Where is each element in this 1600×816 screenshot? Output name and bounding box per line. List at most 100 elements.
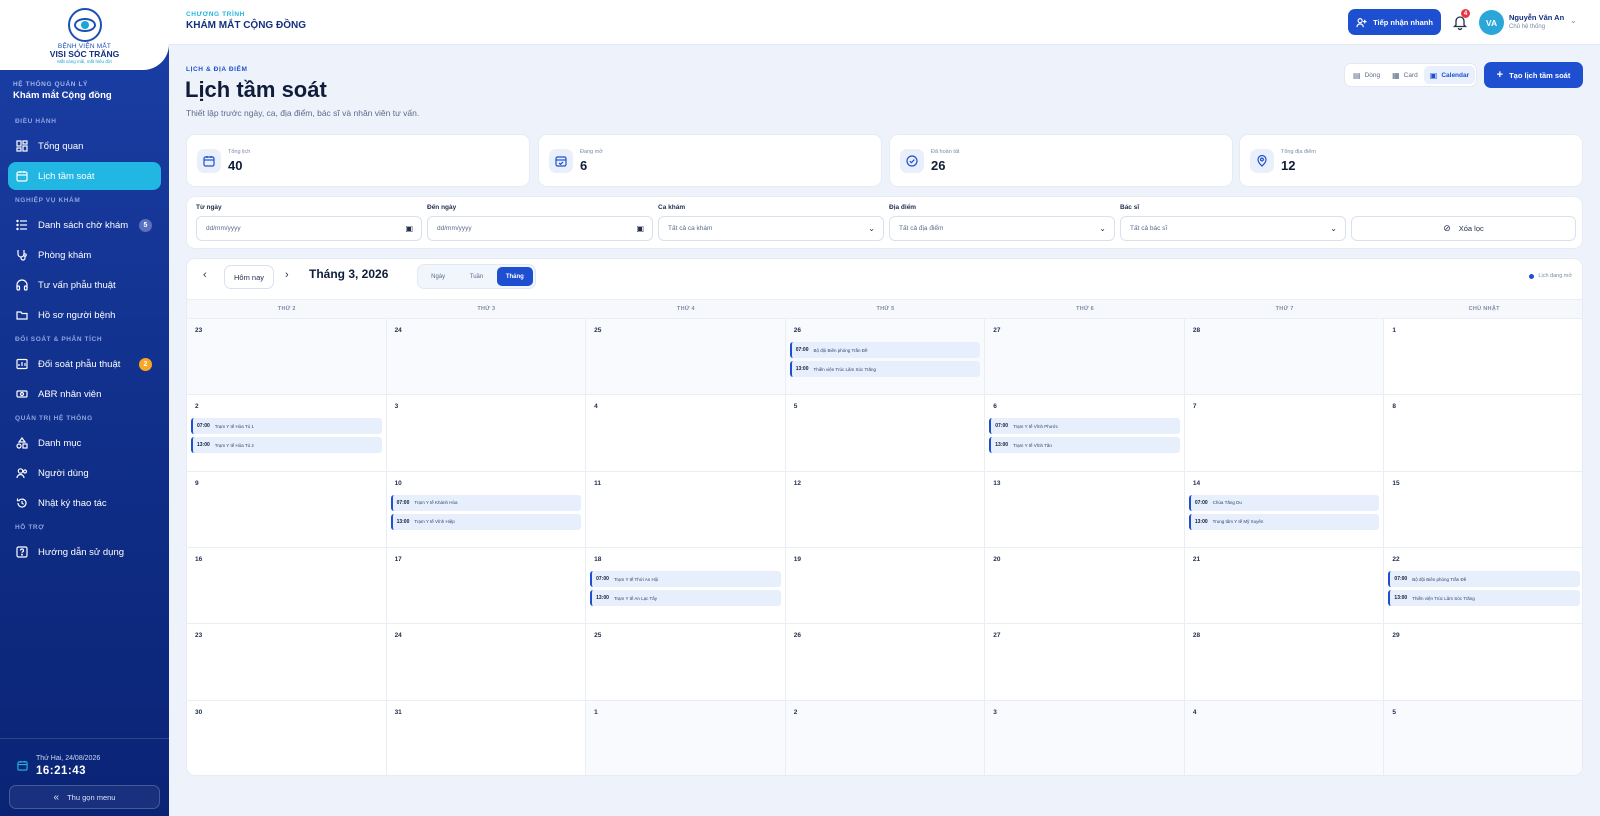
clear-filter-button[interactable]: ⊘ Xóa lọc bbox=[1351, 216, 1576, 241]
mode-month-button[interactable]: Tháng bbox=[496, 267, 533, 286]
calendar-event[interactable]: 07:00 Trạm Y tế Hòa Tú 1 bbox=[191, 418, 382, 435]
mode-day-button[interactable]: Ngày bbox=[420, 267, 456, 286]
view-card-button[interactable]: ▦ Card bbox=[1386, 66, 1424, 84]
sidebar-item-danh-sach-cho-kham[interactable]: Danh sách chờ khám 5 bbox=[8, 211, 161, 239]
calendar-day-cell[interactable]: 14 07:00 Chùa Tăng Du 13:00 Trung tâm Y tế M… bbox=[1184, 471, 1385, 548]
calendar-event[interactable]: 07:00 Trạm Y tế Khánh Hòa bbox=[390, 494, 582, 511]
list-view-icon: ▤ bbox=[1353, 70, 1361, 80]
calendar-day-cell[interactable]: 1 bbox=[1384, 319, 1582, 396]
calendar-event[interactable]: 07:00 Bộ đội Biên phòng Trần Đề bbox=[789, 342, 981, 358]
calendar-event[interactable]: 13:00 Thiền viện Trúc Lâm Sóc Trăng bbox=[789, 361, 981, 377]
sidebar-item-label: Tổng quan bbox=[38, 140, 84, 152]
sidebar-item-abr-nhan-vien[interactable]: ABR nhân viên bbox=[8, 380, 161, 408]
calendar-event[interactable]: 07:00 Trạm Y tế Vĩnh Phước bbox=[989, 418, 1180, 435]
calendar-day-cell[interactable]: 28 bbox=[1184, 624, 1385, 701]
calendar-day-cell[interactable]: 12 bbox=[785, 471, 986, 548]
calendar-day-cell[interactable]: 2 bbox=[785, 700, 986, 775]
calendar-day-cell[interactable]: 16 bbox=[187, 548, 387, 625]
calendar-day-cell[interactable]: 6 07:00 Trạm Y tế Vĩnh Phước 13:00 Trạm Y tế… bbox=[985, 395, 1185, 472]
calendar-day-cell[interactable]: 28 bbox=[1184, 319, 1385, 396]
calendar-day-cell[interactable]: 1 bbox=[586, 700, 786, 775]
calendar-day-cell[interactable]: 11 bbox=[586, 471, 786, 548]
sidebar-item-tu-van-phau-thuat[interactable]: Tư vấn phẫu thuật bbox=[8, 271, 161, 299]
to-date-input[interactable]: dd/mm/yyyy ▣ bbox=[427, 216, 653, 241]
calendar-icon[interactable]: ▣ bbox=[405, 224, 413, 233]
create-schedule-button[interactable]: + Tạo lịch tầm soát bbox=[1484, 62, 1583, 88]
sidebar-item-nguoi-dung[interactable]: Người dùng bbox=[8, 459, 161, 487]
calendar-day-cell[interactable]: 30 bbox=[187, 700, 387, 775]
calendar-day-cell[interactable]: 29 bbox=[1384, 624, 1582, 701]
calendar-day-cell[interactable]: 4 bbox=[586, 395, 786, 472]
calendar-day-cell[interactable]: 27 bbox=[985, 624, 1185, 701]
calendar-day-cell[interactable]: 24 bbox=[386, 624, 587, 701]
calendar-day-cell[interactable]: 25 bbox=[586, 624, 786, 701]
quick-intake-label: Tiếp nhận nhanh bbox=[1373, 17, 1433, 27]
hospital-logo[interactable]: BỆNH VIỆN MẮT VISI SÓC TRĂNG Mắt sáng mã… bbox=[0, 0, 169, 70]
calendar-day-cell[interactable]: 22 07:00 Bộ đội Biên phòng Trần Đề 13:00 Thi… bbox=[1384, 548, 1582, 625]
calendar-day-cell[interactable]: 2 07:00 Trạm Y tế Hòa Tú 1 13:00 Trạm Y tế H… bbox=[187, 395, 387, 472]
calendar-event[interactable]: 13:00 Trạm Y tế Hòa Tú 2 bbox=[191, 437, 382, 454]
calendar-day-cell[interactable]: 9 bbox=[187, 471, 387, 548]
calendar-day-cell[interactable]: 26 07:00 Bộ đội Biên phòng Trần Đề 13:00 Thi… bbox=[785, 319, 986, 396]
calendar-day-cell[interactable]: 20 bbox=[985, 548, 1185, 625]
sidebar-item-phong-kham[interactable]: Phòng khám bbox=[8, 241, 161, 269]
calendar-event[interactable]: 13:00 Trạm Y tế Vĩnh Tân bbox=[989, 437, 1180, 454]
doctor-select[interactable]: Tất cả bác sĩ ⌄ bbox=[1120, 216, 1346, 241]
sidebar-item-huong-dan-su-dung[interactable]: Hướng dẫn sử dụng bbox=[8, 538, 161, 566]
calendar-day-cell[interactable]: 3 bbox=[985, 700, 1185, 775]
calendar-day-cell[interactable]: 27 bbox=[985, 319, 1185, 396]
calendar-icon[interactable]: ▣ bbox=[636, 224, 644, 233]
collapse-menu-label: Thu gọn menu bbox=[67, 792, 116, 802]
sidebar: BỆNH VIỆN MẮT VISI SÓC TRĂNG Mắt sáng mã… bbox=[0, 0, 169, 816]
calendar-day-cell[interactable]: 19 bbox=[785, 548, 986, 625]
chevron-right-icon[interactable]: › bbox=[285, 269, 289, 281]
mode-week-button[interactable]: Tuần bbox=[458, 267, 494, 286]
sidebar-item-tong-quan[interactable]: Tổng quan bbox=[8, 132, 161, 160]
calendar-event[interactable]: 13:00 Thiền viện Trúc Lâm Sóc Trăng bbox=[1388, 590, 1580, 606]
calendar-day-cell[interactable]: 13 bbox=[985, 471, 1185, 548]
calendar-day-cell[interactable]: 31 bbox=[387, 700, 587, 775]
calendar-day-cell[interactable]: 5 bbox=[1384, 700, 1582, 775]
sidebar-item-nhat-ky-thao-tac[interactable]: Nhật ký thao tác bbox=[8, 489, 161, 517]
calendar-event[interactable]: 13:00 Trung tâm Y tế Mỹ Xuyên bbox=[1188, 513, 1380, 530]
calendar-day-cell[interactable]: 24 bbox=[386, 319, 587, 396]
sidebar-item-doi-soat-phau-thuat[interactable]: Đối soát phẫu thuật 2 bbox=[8, 350, 161, 378]
view-calendar-button[interactable]: ▣ Calendar bbox=[1423, 66, 1476, 84]
chevron-left-icon[interactable]: ‹ bbox=[203, 269, 207, 281]
calendar-day-cell[interactable]: 15 bbox=[1384, 472, 1582, 548]
from-date-input[interactable]: dd/mm/yyyy ▣ bbox=[196, 216, 422, 241]
day-number: 8 bbox=[1392, 403, 1397, 411]
calendar-day-cell[interactable]: 17 bbox=[386, 548, 587, 625]
day-number: 22 bbox=[1392, 556, 1400, 563]
calendar-event[interactable]: 07:00 Bộ đội Biên phòng Trần Đề bbox=[1388, 571, 1580, 587]
avatar[interactable]: VA bbox=[1479, 10, 1504, 35]
user-name[interactable]: Nguyễn Văn An bbox=[1509, 13, 1564, 22]
shift-select[interactable]: Tất cả ca khám ⌄ bbox=[658, 216, 884, 241]
calendar-day-cell[interactable]: 25 bbox=[586, 319, 786, 396]
calendar-day-cell[interactable]: 3 bbox=[386, 395, 587, 472]
chevron-down-icon[interactable]: ⌄ bbox=[1570, 16, 1577, 25]
sidebar-item-ho-so-nguoi-benh[interactable]: Hồ sơ người bệnh bbox=[8, 301, 161, 329]
calendar-event[interactable]: 13:00 Trạm Y tế An Lạc Tây bbox=[590, 590, 781, 606]
calendar-event[interactable]: 07:00 Chùa Tăng Du bbox=[1188, 494, 1380, 511]
calendar-day-cell[interactable]: 10 07:00 Trạm Y tế Khánh Hòa 13:00 Trạm Y tế… bbox=[386, 471, 587, 548]
program-name: KHÁM MẮT CỘNG ĐỒNG bbox=[186, 20, 306, 31]
calendar-day-cell[interactable]: 26 bbox=[785, 624, 986, 701]
calendar-day-cell[interactable]: 8 bbox=[1384, 395, 1582, 472]
view-list-button[interactable]: ▤ Dòng bbox=[1347, 66, 1386, 84]
calendar-event[interactable]: 07:00 Trạm Y tế Thới An Hội bbox=[590, 571, 781, 587]
calendar-day-cell[interactable]: 21 bbox=[1184, 548, 1385, 625]
place-select[interactable]: Tất cả địa điểm ⌄ bbox=[889, 216, 1115, 241]
calendar-day-cell[interactable]: 23 bbox=[187, 319, 387, 396]
calendar-day-cell[interactable]: 4 bbox=[1184, 700, 1385, 775]
today-button[interactable]: Hôm nay bbox=[224, 265, 274, 289]
collapse-menu-button[interactable]: « Thu gọn menu bbox=[9, 785, 160, 809]
calendar-day-cell[interactable]: 23 bbox=[187, 624, 387, 701]
quick-intake-button[interactable]: Tiếp nhận nhanh bbox=[1348, 9, 1441, 35]
calendar-day-cell[interactable]: 5 bbox=[785, 395, 986, 472]
calendar-event[interactable]: 13:00 Trạm Y tế Vĩnh Hiệp bbox=[390, 513, 582, 530]
calendar-day-cell[interactable]: 18 07:00 Trạm Y tế Thới An Hội 13:00 Trạm Y … bbox=[586, 548, 786, 625]
sidebar-item-danh-muc[interactable]: Danh mục bbox=[8, 429, 161, 457]
calendar-day-cell[interactable]: 7 bbox=[1184, 395, 1385, 472]
sidebar-item-lich-tam-soat[interactable]: Lịch tầm soát bbox=[8, 162, 161, 190]
